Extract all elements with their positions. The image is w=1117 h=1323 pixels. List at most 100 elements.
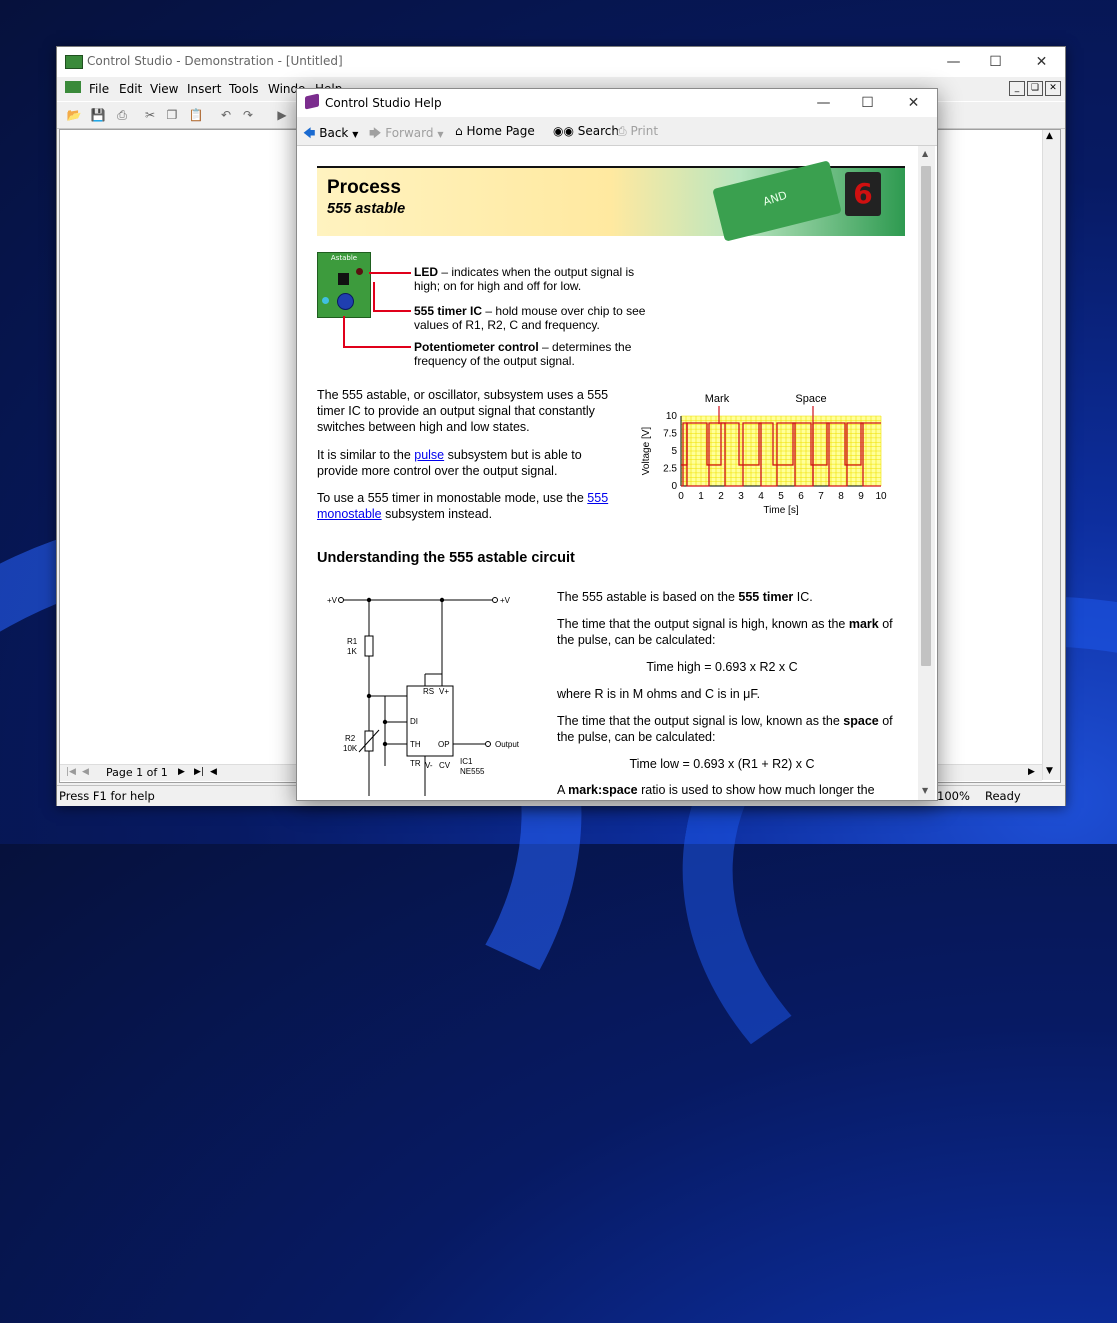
print-button[interactable]: ⎙ Print: [617, 124, 658, 139]
explain-text: The time that the output signal is high,…: [557, 617, 849, 631]
status-hint: Press F1 for help: [59, 789, 155, 803]
pot-arrow: [358, 729, 380, 753]
scroll-down-icon[interactable]: ▼: [922, 786, 928, 795]
hscroll-left-icon[interactable]: ◀: [210, 767, 217, 777]
forward-button[interactable]: 🡆 Forward ▼: [369, 124, 443, 145]
help-title: Control Studio Help: [325, 96, 442, 110]
explain-p2: The time that the output signal is high,…: [557, 616, 902, 648]
back-button[interactable]: 🡄 Back ▼: [303, 124, 358, 145]
explain-p1: The 555 astable is based on the 555 time…: [557, 589, 902, 605]
scroll-up-icon[interactable]: ▲: [1046, 131, 1053, 141]
section-heading: Understanding the 555 astable circuit: [317, 550, 575, 566]
callout-line: [343, 316, 345, 346]
r1-value: 1K: [347, 647, 357, 656]
explain-p4: The time that the output signal is low, …: [557, 713, 902, 745]
help-titlebar[interactable]: Control Studio Help — ☐ ✕: [297, 89, 937, 117]
vplus-right-label: +V: [500, 596, 511, 605]
x-tick-label: 8: [838, 491, 844, 502]
x-tick-label: 5: [778, 491, 784, 502]
hscroll-right-icon[interactable]: ▶: [1028, 767, 1035, 777]
y-tick-label: 10: [666, 411, 678, 422]
x-tick-label: 10: [875, 491, 887, 502]
mdi-close-icon[interactable]: ✕: [1045, 81, 1061, 96]
prev-page-icon[interactable]: ◀: [82, 767, 89, 777]
forward-label: Forward: [385, 126, 434, 140]
explain-p3: where R is in M ohms and C is in μF.: [557, 687, 761, 701]
menu-insert[interactable]: Insert: [187, 82, 221, 96]
status-state: Ready: [985, 789, 1021, 803]
search-button[interactable]: ◉◉ Search: [553, 124, 619, 138]
pin-label: RS: [423, 687, 434, 696]
menu-file[interactable]: File: [89, 82, 109, 96]
banner-subtitle: 555 astable: [327, 201, 406, 217]
copy-icon[interactable]: ❐: [163, 106, 181, 124]
undo-icon[interactable]: ↶: [217, 106, 235, 124]
scroll-thumb[interactable]: [921, 166, 931, 666]
binoculars-icon: ◉◉: [553, 124, 574, 138]
callout-separator: –: [482, 304, 496, 318]
callout-line: [373, 282, 375, 310]
maximize-icon[interactable]: ☐: [973, 47, 1018, 77]
help-minimize-icon[interactable]: —: [801, 89, 846, 117]
board-label: Astable: [330, 254, 358, 262]
search-label: Search: [577, 124, 620, 138]
play-icon[interactable]: ▶: [273, 106, 291, 124]
home-label: Home Page: [466, 124, 535, 138]
page-indicator: Page 1 of 1: [106, 766, 168, 779]
menu-tools[interactable]: Tools: [229, 82, 259, 96]
mdi-restore-icon[interactable]: ❏: [1027, 81, 1043, 96]
r1-resistor: [364, 635, 374, 657]
x-tick-label: 1: [698, 491, 704, 502]
scroll-down-icon[interactable]: ▼: [1046, 766, 1053, 776]
scroll-up-icon[interactable]: ▲: [922, 149, 928, 158]
explain-text: IC.: [793, 590, 813, 604]
mdi-minimize-icon[interactable]: _: [1009, 81, 1025, 96]
pot-icon[interactable]: [337, 293, 354, 310]
callout-line: [369, 272, 411, 274]
x-tick-label: 7: [818, 491, 824, 502]
minimize-icon[interactable]: —: [931, 47, 976, 77]
help-close-icon[interactable]: ✕: [891, 89, 936, 117]
main-titlebar[interactable]: Control Studio - Demonstration - [Untitl…: [57, 47, 1065, 77]
paste-icon[interactable]: 📋: [187, 106, 205, 124]
explain-bold: mark: [848, 617, 879, 631]
print-icon[interactable]: ⎙: [113, 106, 131, 124]
x-tick-label: 0: [678, 491, 684, 502]
chip-icon[interactable]: [338, 273, 349, 285]
menu-edit[interactable]: Edit: [119, 82, 142, 96]
callout-term: 555 timer IC: [414, 304, 483, 318]
first-page-icon[interactable]: |◀: [66, 767, 76, 777]
open-icon[interactable]: 📂: [65, 106, 83, 124]
redo-icon[interactable]: ↷: [239, 106, 257, 124]
intro-paragraph-2: It is similar to the pulse subsystem but…: [317, 447, 609, 479]
circuit-diagram: +V +V R1 1K R2 10K DI RS V+ TH OP TR V- …: [327, 596, 520, 796]
help-vscroll[interactable]: ▲ ▼: [918, 146, 935, 800]
menu-view[interactable]: View: [150, 82, 178, 96]
help-maximize-icon[interactable]: ☐: [845, 89, 890, 117]
x-tick-label: 2: [718, 491, 724, 502]
junction: [382, 719, 388, 725]
intro-text: It is similar to the: [317, 448, 415, 462]
next-page-icon[interactable]: ▶: [178, 767, 185, 777]
last-page-icon[interactable]: ▶|: [194, 767, 204, 777]
astable-board[interactable]: Astable: [317, 252, 371, 318]
doc-vscroll[interactable]: ▲ ▼: [1042, 130, 1060, 780]
cut-icon[interactable]: ✂: [141, 106, 159, 124]
save-icon[interactable]: 💾: [89, 106, 107, 124]
doc-icon[interactable]: [65, 81, 81, 93]
back-label: Back: [319, 126, 349, 140]
x-axis-label: Time [s]: [763, 505, 798, 516]
forward-arrow-icon: 🡆: [369, 126, 382, 140]
led-icon[interactable]: [356, 268, 363, 275]
close-icon[interactable]: ✕: [1019, 47, 1064, 77]
y-tick-label: 0: [671, 481, 677, 492]
pin-label: CV: [439, 761, 451, 770]
home-page-button[interactable]: ⌂ Home Page: [455, 124, 535, 138]
app-icon: [65, 55, 83, 69]
pulse-link[interactable]: pulse: [414, 448, 444, 462]
callout-separator: –: [538, 340, 553, 354]
print-icon: ⎙: [617, 124, 627, 138]
help-content[interactable]: Process 555 astable AND 6 Astable LED – …: [297, 146, 918, 800]
seven-segment-icon: 6: [845, 172, 881, 216]
explain-text: A: [557, 783, 569, 797]
